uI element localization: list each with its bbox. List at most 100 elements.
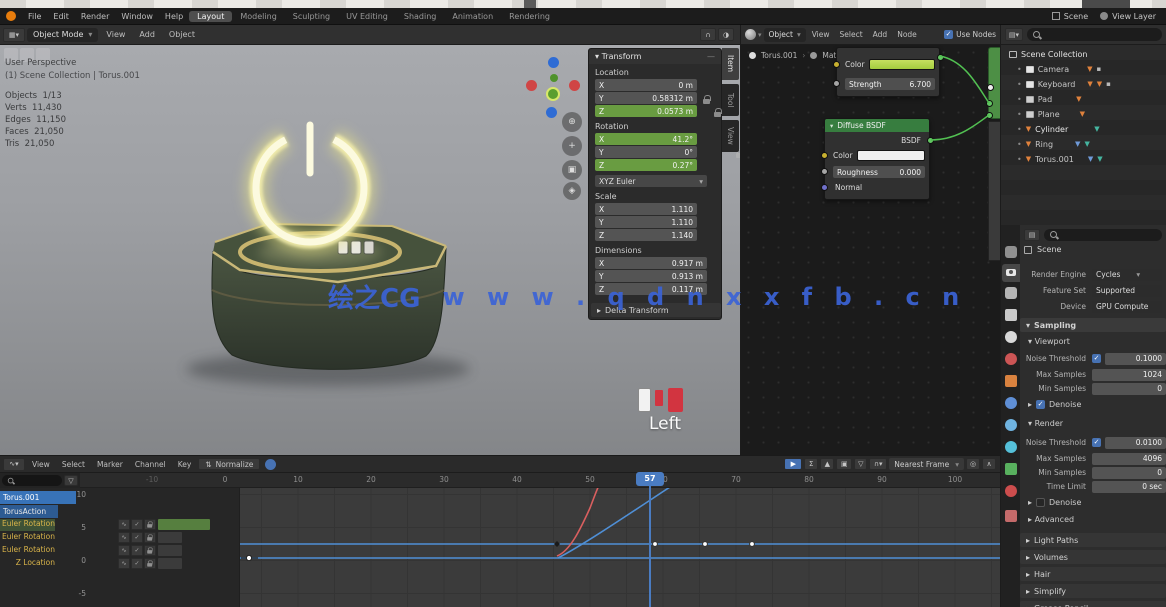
- channel-extra-toggle[interactable]: [158, 545, 182, 556]
- viewport-menu-object[interactable]: Object: [163, 30, 201, 39]
- snap-icon[interactable]: ∩: [700, 28, 716, 41]
- use-nodes-checkbox[interactable]: ✓: [944, 30, 953, 39]
- delta-transform-panel[interactable]: ▸ Delta Transform: [591, 303, 721, 317]
- advanced-subpanel[interactable]: ▸ Advanced: [1028, 515, 1074, 524]
- r-denoise-checkbox[interactable]: ✓: [1036, 498, 1045, 507]
- scene-tab-icon[interactable]: [1005, 331, 1017, 343]
- scale-z-field[interactable]: Z1.140: [595, 229, 697, 241]
- simplify-panel[interactable]: ▸ Simplify: [1020, 584, 1166, 598]
- channel-mute-icon[interactable]: ✓: [131, 519, 143, 530]
- device-dropdown[interactable]: GPU Compute: [1092, 301, 1162, 313]
- channel-x-rotation[interactable]: X Euler Rotation: [0, 519, 55, 531]
- render-subpanel[interactable]: ▾ Render: [1028, 419, 1063, 428]
- diffuse-color-swatch[interactable]: [857, 150, 925, 161]
- channel-modifier-icon[interactable]: ∿: [118, 558, 130, 569]
- channel-search-input[interactable]: [2, 475, 62, 486]
- shader-menu-select[interactable]: Select: [836, 30, 867, 39]
- view-layer-selector[interactable]: View Layer: [1100, 12, 1156, 21]
- power-button-object[interactable]: [170, 85, 490, 415]
- material-tab-icon[interactable]: [1005, 485, 1017, 497]
- shader-type-dropdown[interactable]: Object▾: [764, 28, 806, 42]
- lock-icon[interactable]: [714, 108, 722, 117]
- viewport-move-button[interactable]: +: [562, 136, 582, 156]
- shader-menu-view[interactable]: View: [808, 30, 834, 39]
- render-engine-dropdown[interactable]: Cycles▾: [1092, 269, 1162, 281]
- outliner-row-ring[interactable]: •▼ Ring ▼ ▼: [1001, 137, 1166, 152]
- scale-x-field[interactable]: X1.110: [595, 203, 697, 215]
- emission-strength-field[interactable]: Strength6.700: [845, 78, 935, 90]
- socket-bsdf-output[interactable]: [927, 137, 934, 144]
- menu-file[interactable]: File: [22, 12, 47, 21]
- shader-menu-node[interactable]: Node: [893, 30, 921, 39]
- graph-menu-key[interactable]: Key: [173, 460, 197, 469]
- texture-tab-icon[interactable]: [1005, 510, 1017, 522]
- dimensions-y-field[interactable]: Y0.913 m: [595, 270, 707, 282]
- viewport-menu-view[interactable]: View: [100, 30, 131, 39]
- socket-emission-output[interactable]: [937, 54, 944, 61]
- editor-type-icon[interactable]: ▦▾: [3, 28, 25, 42]
- current-frame-badge[interactable]: 57: [636, 472, 664, 486]
- grease-pencil-panel[interactable]: ▸ Grease Pencil: [1020, 601, 1166, 607]
- menu-help[interactable]: Help: [159, 12, 189, 21]
- outliner-row-scene-collection[interactable]: Scene Collection: [1001, 47, 1166, 62]
- menu-render[interactable]: Render: [75, 12, 115, 21]
- lock-icon[interactable]: [703, 95, 711, 104]
- world-tab-icon[interactable]: [1005, 353, 1017, 365]
- graph-menu-view[interactable]: View: [27, 460, 55, 469]
- emission-color-swatch[interactable]: [869, 59, 935, 70]
- axis-x-dot-left[interactable]: [526, 80, 537, 91]
- axis-y-dot-active[interactable]: [546, 87, 560, 101]
- socket-roughness-input[interactable]: [821, 168, 828, 175]
- socket-color-input[interactable]: [833, 61, 840, 68]
- channel-mute-icon[interactable]: ✓: [131, 545, 143, 556]
- outliner-row-pad[interactable]: • Pad ▼: [1001, 92, 1166, 107]
- socket-edge-green1[interactable]: [986, 100, 993, 107]
- blender-logo-icon[interactable]: [6, 11, 16, 21]
- playhead-line[interactable]: [649, 473, 651, 607]
- socket-strength-input[interactable]: [833, 80, 840, 87]
- viewport-menu-add[interactable]: Add: [133, 30, 161, 39]
- vp-denoise-row[interactable]: ▸✓Denoise: [1028, 400, 1081, 409]
- shader-editor-type-icon[interactable]: [745, 29, 756, 40]
- vp-noise-checkbox[interactable]: ✓: [1092, 354, 1101, 363]
- axis-y-dot[interactable]: [550, 74, 558, 82]
- channel-modifier-icon[interactable]: ∿: [118, 519, 130, 530]
- magnet-snap-icon[interactable]: ∩▾: [869, 458, 887, 470]
- object-tab-icon[interactable]: [1005, 375, 1017, 387]
- workspace-tab-rendering[interactable]: Rendering: [501, 11, 558, 22]
- channel-modifier-icon[interactable]: ∿: [118, 532, 130, 543]
- hair-panel[interactable]: ▸ Hair: [1020, 567, 1166, 581]
- socket-edge-white[interactable]: [987, 84, 994, 91]
- dimensions-x-field[interactable]: X0.917 m: [595, 257, 707, 269]
- vp-noise-field[interactable]: 0.1000: [1105, 353, 1166, 365]
- r-max-field[interactable]: 4096: [1092, 453, 1166, 465]
- outliner-row-camera[interactable]: • Camera ▼ ▪: [1001, 62, 1166, 77]
- mode-dropdown[interactable]: Object Mode▾: [27, 28, 98, 42]
- panel-options-icon[interactable]: —: [707, 52, 715, 61]
- graph-editor-type-icon[interactable]: ∿▾: [3, 458, 25, 471]
- channel-action-row[interactable]: TorusAction: [0, 505, 58, 518]
- ghost-curves-icon[interactable]: ▲: [820, 458, 834, 470]
- viewport-camera-button[interactable]: ▣: [562, 160, 582, 180]
- vp-max-field[interactable]: 1024: [1092, 369, 1166, 381]
- filter-icon[interactable]: ▽: [854, 458, 867, 470]
- axis-x-dot-right[interactable]: [569, 80, 580, 91]
- normalize-button[interactable]: ⇅Normalize: [198, 458, 260, 470]
- viewport-zoom-button[interactable]: ⊕: [562, 112, 582, 132]
- physics-tab-icon[interactable]: [1005, 441, 1017, 453]
- graph-menu-channel[interactable]: Channel: [130, 460, 171, 469]
- normalize-toggle-icon[interactable]: [265, 459, 276, 470]
- location-y-field[interactable]: Y0.58312 m: [595, 92, 697, 104]
- scene-selector[interactable]: Scene: [1052, 12, 1088, 21]
- channel-lock-icon[interactable]: [144, 532, 156, 543]
- axis-z-dot-bottom[interactable]: [546, 107, 557, 118]
- channel-lock-icon[interactable]: [144, 545, 156, 556]
- transform-panel-header[interactable]: ▾ Transform —: [589, 49, 721, 64]
- tool-tab-icon[interactable]: [1005, 246, 1017, 258]
- r-noise-field[interactable]: 0.0100: [1105, 437, 1166, 449]
- modifier-tab-icon[interactable]: [1005, 397, 1017, 409]
- workspace-tab-modeling[interactable]: Modeling: [232, 11, 284, 22]
- curve-area[interactable]: [240, 488, 1000, 607]
- channel-y-rotation[interactable]: Y Euler Rotation: [0, 532, 55, 544]
- diffuse-bsdf-node[interactable]: ▾ Diffuse BSDF BSDF Color Roughness0.000…: [824, 118, 930, 200]
